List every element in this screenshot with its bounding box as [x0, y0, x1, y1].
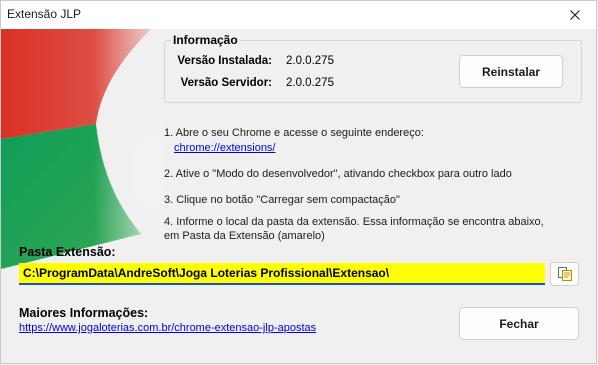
step-4-text-continued: em Pasta da Extensão (amarelo) [164, 230, 325, 242]
extension-path-field[interactable] [19, 263, 545, 285]
pasta-extensao-label: Pasta Extensão: [19, 245, 116, 259]
close-icon [570, 10, 580, 20]
close-window-button[interactable] [552, 1, 596, 29]
chrome-logo-decoration-icon [1, 29, 171, 269]
server-version-value: 2.0.0.275 [286, 77, 334, 89]
installed-version-label: Versão Instalada: [177, 55, 272, 67]
more-info-label: Maiores Informações: [19, 306, 149, 320]
extension-dialog: Extensão JLP Informação Versão Instalada… [0, 0, 597, 364]
step-4-text: 4. Informe o local da pasta da extensão.… [164, 216, 544, 228]
step-3-text: 3. Clique no botão "Carregar sem compact… [164, 194, 400, 206]
installed-version-value: 2.0.0.275 [286, 55, 334, 67]
info-legend: Informação [171, 33, 240, 47]
more-info-link[interactable]: https://www.jogaloterias.com.br/chrome-e… [19, 322, 316, 335]
window-title: Extensão JLP [7, 7, 82, 21]
step-2-text: 2. Ative o "Modo do desenvolvedor", ativ… [164, 168, 512, 180]
copy-folder-icon [557, 267, 572, 281]
server-version-label: Versão Servidor: [180, 77, 272, 89]
info-groupbox: Informação Versão Instalada: 2.0.0.275 V… [164, 33, 582, 103]
title-bar: Extensão JLP [1, 1, 596, 29]
close-button[interactable]: Fechar [459, 307, 579, 340]
step-1-text: 1. Abre o seu Chrome e acesse o seguinte… [164, 127, 424, 139]
copy-path-button[interactable] [550, 262, 579, 286]
dialog-body: Informação Versão Instalada: 2.0.0.275 V… [1, 29, 596, 363]
chrome-extensions-link[interactable]: chrome://extensions/ [174, 142, 276, 155]
